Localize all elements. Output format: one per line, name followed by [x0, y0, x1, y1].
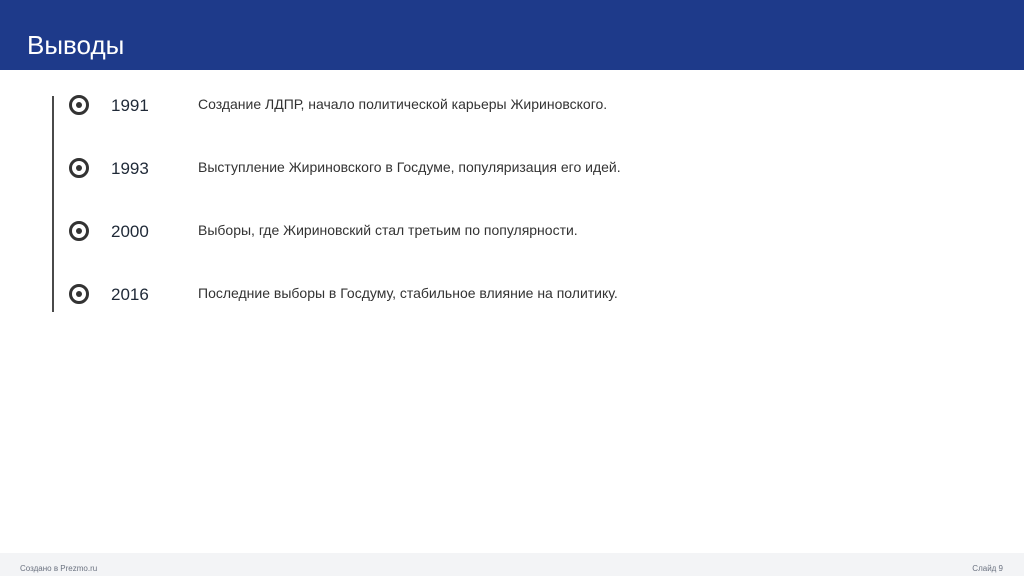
timeline-line [52, 96, 54, 312]
slide-footer: Создано в Prezmo.ru Слайд 9 [0, 553, 1024, 576]
footer-credit: Создано в Prezmo.ru [20, 564, 98, 573]
timeline-marker-icon [69, 221, 89, 241]
slide-number: Слайд 9 [972, 564, 1003, 573]
timeline-item-1991: 1991 Создание ЛДПР, начало политической … [0, 95, 1024, 125]
timeline-description: Выборы, где Жириновский стал третьим по … [198, 222, 578, 238]
timeline-year: 2000 [111, 222, 149, 241]
timeline-marker-icon [69, 95, 89, 115]
timeline-marker-icon [69, 158, 89, 178]
timeline-description: Последние выборы в Госдуму, стабильное в… [198, 285, 618, 301]
slide-header: Выводы [0, 0, 1024, 70]
slide-title: Выводы [27, 30, 125, 60]
timeline-item-1993: 1993 Выступление Жириновского в Госдуме,… [0, 158, 1024, 188]
timeline-description: Выступление Жириновского в Госдуме, попу… [198, 159, 621, 175]
timeline-description: Создание ЛДПР, начало политической карье… [198, 96, 608, 112]
timeline-item-2000: 2000 Выборы, где Жириновский стал третьи… [0, 221, 1024, 251]
timeline-item-2016: 2016 Последние выборы в Госдуму, стабиль… [0, 284, 1024, 314]
timeline-marker-icon [69, 284, 89, 304]
timeline-year: 1993 [111, 159, 149, 178]
timeline-year: 2016 [111, 285, 149, 304]
timeline-year: 1991 [111, 96, 149, 115]
